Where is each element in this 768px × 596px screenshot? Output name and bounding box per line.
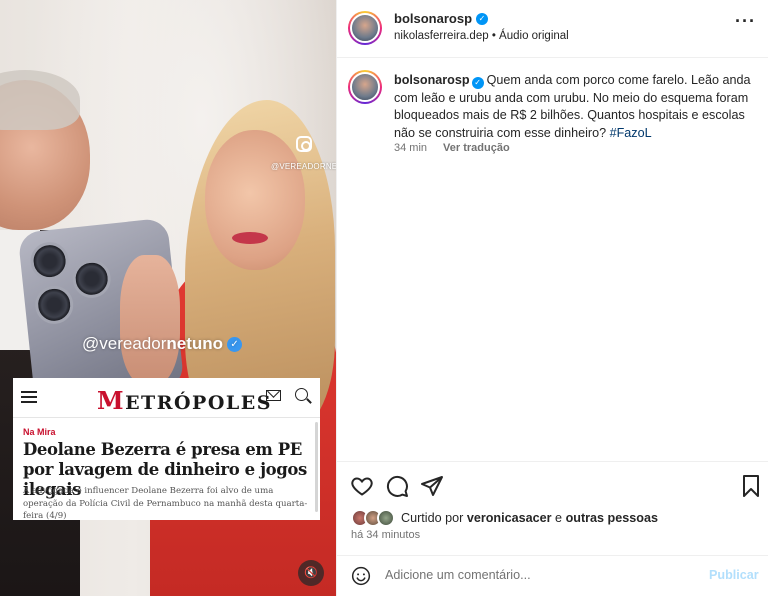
comment-bar: Publicar	[337, 556, 768, 596]
news-header: METRÓPOLES	[13, 378, 320, 418]
caption-time: 34 min	[394, 142, 428, 154]
news-summary: A advogada e influencer Deolane Bezerra …	[23, 486, 308, 521]
more-icon: ···	[735, 11, 756, 31]
caption-username[interactable]: bolsonarosp	[394, 73, 470, 87]
header-subline: nikolasferreira.dep • Áudio original	[394, 30, 569, 42]
search-icon	[295, 388, 308, 401]
verified-icon: ✓	[476, 12, 489, 25]
mute-button[interactable]: 🔇	[298, 560, 324, 586]
hand	[120, 255, 180, 385]
author-avatar[interactable]	[348, 11, 382, 45]
news-screenshot: METRÓPOLES Na Mira Deolane Bezerra é pre…	[13, 378, 320, 521]
liker-avatar	[377, 509, 395, 527]
camera-lens	[70, 257, 113, 300]
author-header: bolsonarosp ✓	[394, 11, 489, 26]
author-username[interactable]: bolsonarosp	[394, 11, 472, 26]
share-icon[interactable]	[420, 474, 444, 498]
likes-summary: Curtido por veronicasacer e outras pesso…	[351, 509, 658, 527]
likes-prefix: Curtido por	[401, 511, 464, 525]
comment-icon[interactable]	[385, 474, 409, 498]
camera-lens	[28, 240, 71, 282]
liker-username[interactable]: veronicasacer	[467, 511, 552, 525]
woman-figure-face	[205, 130, 305, 270]
post-details-panel: bolsonarosp ✓ nikolasferreira.dep • Áudi…	[336, 0, 768, 596]
watermark-handle: @VEREADORNETUNO	[271, 162, 336, 171]
mute-icon: 🔇	[304, 567, 318, 579]
bookmark-icon[interactable]	[739, 474, 763, 498]
comment-input[interactable]	[385, 568, 685, 582]
collaborator-username[interactable]: nikolasferreira.dep	[394, 30, 489, 42]
likes-conjunction: e	[555, 511, 563, 525]
news-tag: Na Mira	[23, 427, 56, 437]
caption-hashtag[interactable]: #FazoL	[610, 126, 652, 140]
heart-icon[interactable]	[350, 474, 374, 498]
separator-dot: •	[491, 30, 496, 42]
overlay-handle: @vereadornetuno ✓	[82, 334, 243, 354]
other-likers-link[interactable]: outras pessoas	[566, 511, 658, 525]
verified-icon: ✓	[471, 77, 484, 89]
overlay-handle-bold: netuno	[166, 334, 224, 353]
divider	[337, 461, 768, 462]
more-options-button[interactable]: ···	[735, 12, 756, 30]
action-bar	[337, 470, 768, 500]
instagram-icon	[296, 136, 312, 152]
news-scrollbar	[315, 422, 318, 512]
original-audio-link[interactable]: Áudio original	[499, 30, 569, 42]
overlay-handle-prefix: @vereador	[82, 334, 167, 353]
caption-text: bolsonarosp ✓ Quem anda com porco come far…	[394, 72, 756, 142]
post-media[interactable]: @VEREADORNETUNO @vereadornetuno ✓ METRÓP…	[0, 0, 336, 596]
metropoles-logo: METRÓPOLES	[97, 386, 272, 415]
menu-icon	[21, 391, 37, 403]
mail-icon	[266, 390, 281, 401]
liker-avatars[interactable]	[351, 509, 395, 527]
camera-lens	[33, 283, 76, 326]
publish-button[interactable]: Publicar	[709, 568, 759, 582]
divider	[337, 57, 768, 58]
see-translation-link[interactable]: Ver tradução	[443, 142, 510, 154]
emoji-icon[interactable]	[351, 566, 371, 586]
caption-meta: 34 min Ver tradução	[394, 142, 510, 154]
caption-avatar[interactable]	[348, 70, 382, 104]
woman-figure-lips	[232, 232, 268, 244]
verified-icon: ✓	[227, 336, 243, 352]
post-timestamp: há 34 minutos	[351, 529, 421, 541]
